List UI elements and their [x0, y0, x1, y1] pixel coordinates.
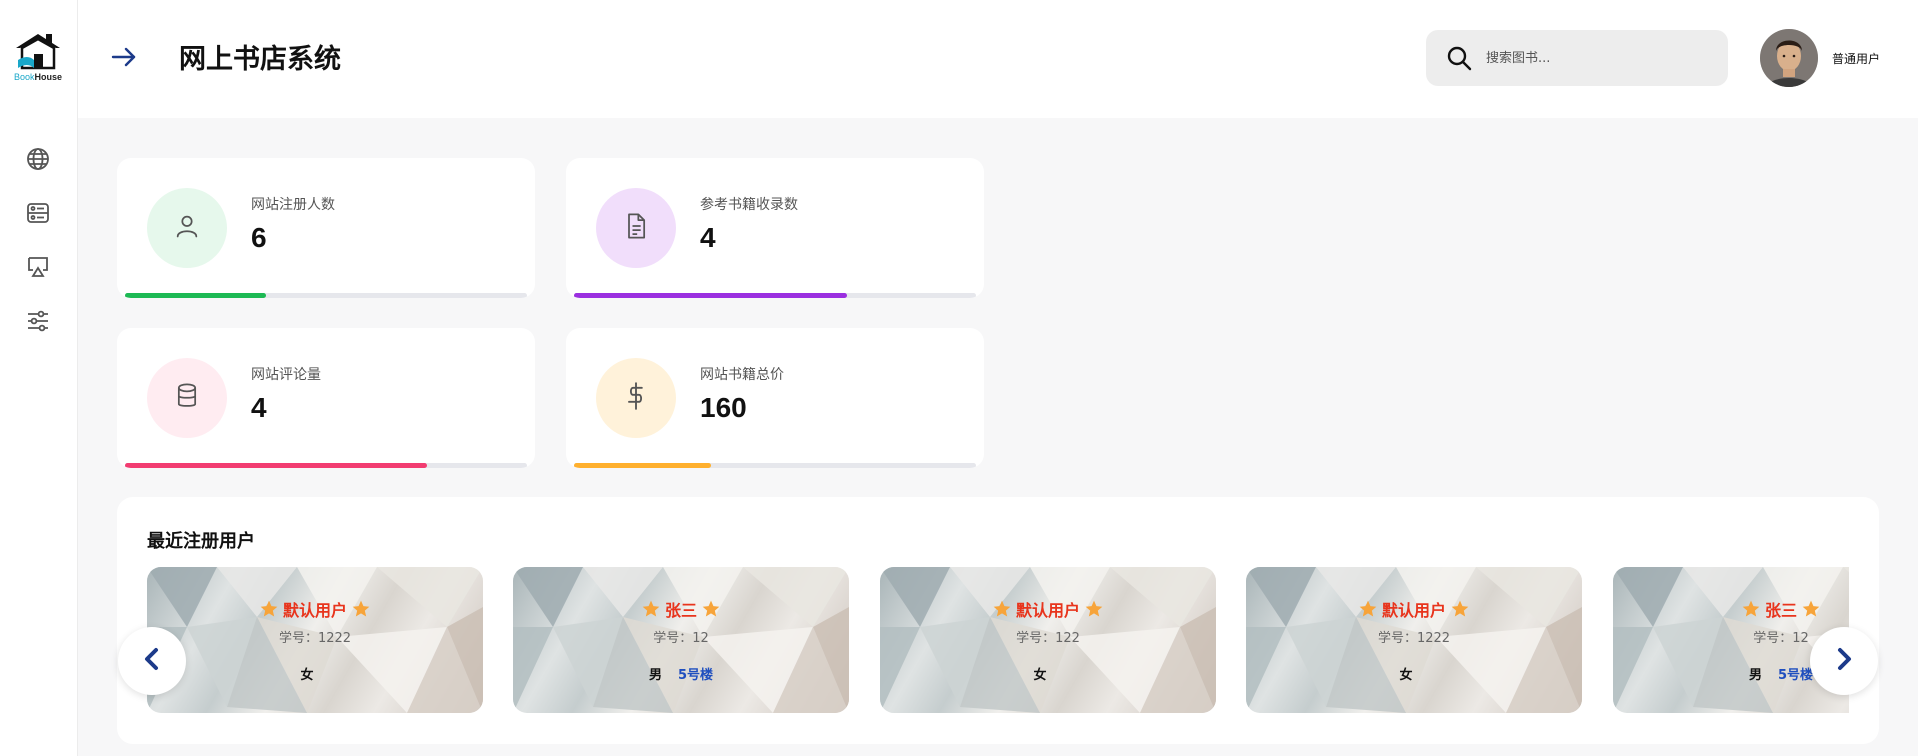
user-name: 张三	[664, 601, 697, 620]
user-gender: 女	[1033, 668, 1047, 683]
user-card[interactable]: 默认用户 学号：1222 女	[147, 567, 483, 713]
star-icon	[1801, 599, 1821, 623]
user-name: 默认用户	[282, 601, 347, 620]
user-name-row: 默认用户	[147, 597, 483, 623]
page-title: 网上书店系统	[179, 44, 341, 75]
search-icon[interactable]	[1446, 45, 1472, 71]
star-icon	[351, 599, 371, 623]
stat-progress-track	[125, 293, 527, 298]
chevron-right-icon	[1833, 646, 1855, 676]
user-name-row: 默认用户	[1246, 597, 1582, 623]
stat-card-comments: 网站评论量 4	[117, 328, 535, 468]
stat-value: 6	[251, 222, 267, 253]
recent-users-title: 最近注册用户	[147, 531, 255, 552]
user-id: 学号：12	[653, 631, 709, 646]
user-card[interactable]: 默认用户 学号：1222 女	[1246, 567, 1582, 713]
star-icon	[1084, 599, 1104, 623]
star-icon	[1450, 599, 1470, 623]
user-info: 女	[880, 664, 1216, 683]
user-info: 女	[1246, 664, 1582, 683]
user-name: 张三	[1764, 601, 1797, 620]
arrow-right-icon[interactable]	[111, 45, 137, 69]
stat-icon-bg	[147, 188, 227, 268]
stat-progress-fill	[574, 463, 711, 468]
star-icon	[1741, 599, 1761, 623]
stat-progress-track	[574, 463, 976, 468]
carousel-next-button[interactable]	[1810, 627, 1878, 695]
user-id: 学号：1222	[1377, 631, 1451, 646]
star-icon	[641, 599, 661, 623]
user-gender: 男	[648, 668, 662, 683]
star-icon	[1358, 599, 1378, 623]
stat-icon-bg	[596, 188, 676, 268]
database-icon	[173, 382, 201, 414]
user-id: 学号：122	[1016, 631, 1080, 646]
stat-icon-bg	[147, 358, 227, 438]
bookhouse-logo[interactable]: BookHouse	[10, 30, 66, 86]
star-icon	[701, 599, 721, 623]
avatar[interactable]	[1760, 29, 1818, 87]
stat-card-total-price: 网站书籍总价 160	[566, 328, 984, 468]
user-carousel: 默认用户 学号：1222 女 张三 学号：12 男 5号楼 默认用户 学号：122…	[147, 567, 1849, 713]
stat-progress-track	[125, 463, 527, 468]
dashboard-icon[interactable]	[26, 201, 50, 225]
stat-progress-fill	[125, 463, 427, 468]
stat-label: 网站评论量	[251, 367, 321, 383]
chevron-left-icon	[141, 646, 163, 676]
user-card[interactable]: 张三 学号：12 男 5号楼	[1613, 567, 1849, 713]
stat-progress-fill	[574, 293, 848, 298]
user-gender: 女	[300, 668, 314, 683]
user-name-row: 张三	[513, 597, 849, 623]
user-role[interactable]: 普通用户	[1832, 50, 1880, 67]
user-icon	[173, 212, 201, 244]
search-bar	[1426, 30, 1728, 86]
stat-card-books-indexed: 参考书籍收录数 4	[566, 158, 984, 298]
stat-progress-fill	[125, 293, 266, 298]
user-gender: 女	[1399, 668, 1413, 683]
star-icon	[259, 599, 279, 623]
sliders-icon[interactable]	[26, 309, 50, 333]
stat-label: 网站书籍总价	[700, 367, 784, 383]
stat-value: 160	[700, 392, 747, 423]
header: 网上书店系统 普通用户	[78, 0, 1918, 118]
stat-progress-track	[574, 293, 976, 298]
user-name-row: 张三	[1613, 597, 1849, 623]
user-name: 默认用户	[1381, 601, 1446, 620]
search-input[interactable]	[1486, 44, 1706, 72]
document-icon	[622, 212, 650, 244]
stat-label: 参考书籍收录数	[700, 197, 798, 213]
stat-value: 4	[700, 222, 716, 253]
dollar-icon	[622, 382, 650, 414]
sidebar: BookHouse	[0, 0, 78, 756]
user-gender: 男	[1748, 668, 1762, 683]
user-id: 学号：1222	[278, 631, 352, 646]
user-name-row: 默认用户	[880, 597, 1216, 623]
user-dorm: 5号楼	[677, 668, 714, 683]
user-name: 默认用户	[1015, 601, 1080, 620]
logo-text: BookHouse	[13, 72, 63, 82]
carousel-prev-button[interactable]	[118, 627, 186, 695]
stat-card-registered-users: 网站注册人数 6	[117, 158, 535, 298]
user-info: 男 5号楼	[513, 664, 849, 683]
globe-icon[interactable]	[26, 147, 50, 171]
stat-icon-bg	[596, 358, 676, 438]
stat-label: 网站注册人数	[251, 197, 335, 213]
user-dorm: 5号楼	[1777, 668, 1814, 683]
user-card[interactable]: 张三 学号：12 男 5号楼	[513, 567, 849, 713]
user-info: 女	[147, 664, 483, 683]
presentation-icon[interactable]	[26, 255, 50, 279]
star-icon	[992, 599, 1012, 623]
recent-users-panel: 最近注册用户 默认用户 学号：1222 女 张三 学号：12 男 5号楼 默认用户	[117, 497, 1879, 744]
user-card[interactable]: 默认用户 学号：122 女	[880, 567, 1216, 713]
stat-value: 4	[251, 392, 267, 423]
